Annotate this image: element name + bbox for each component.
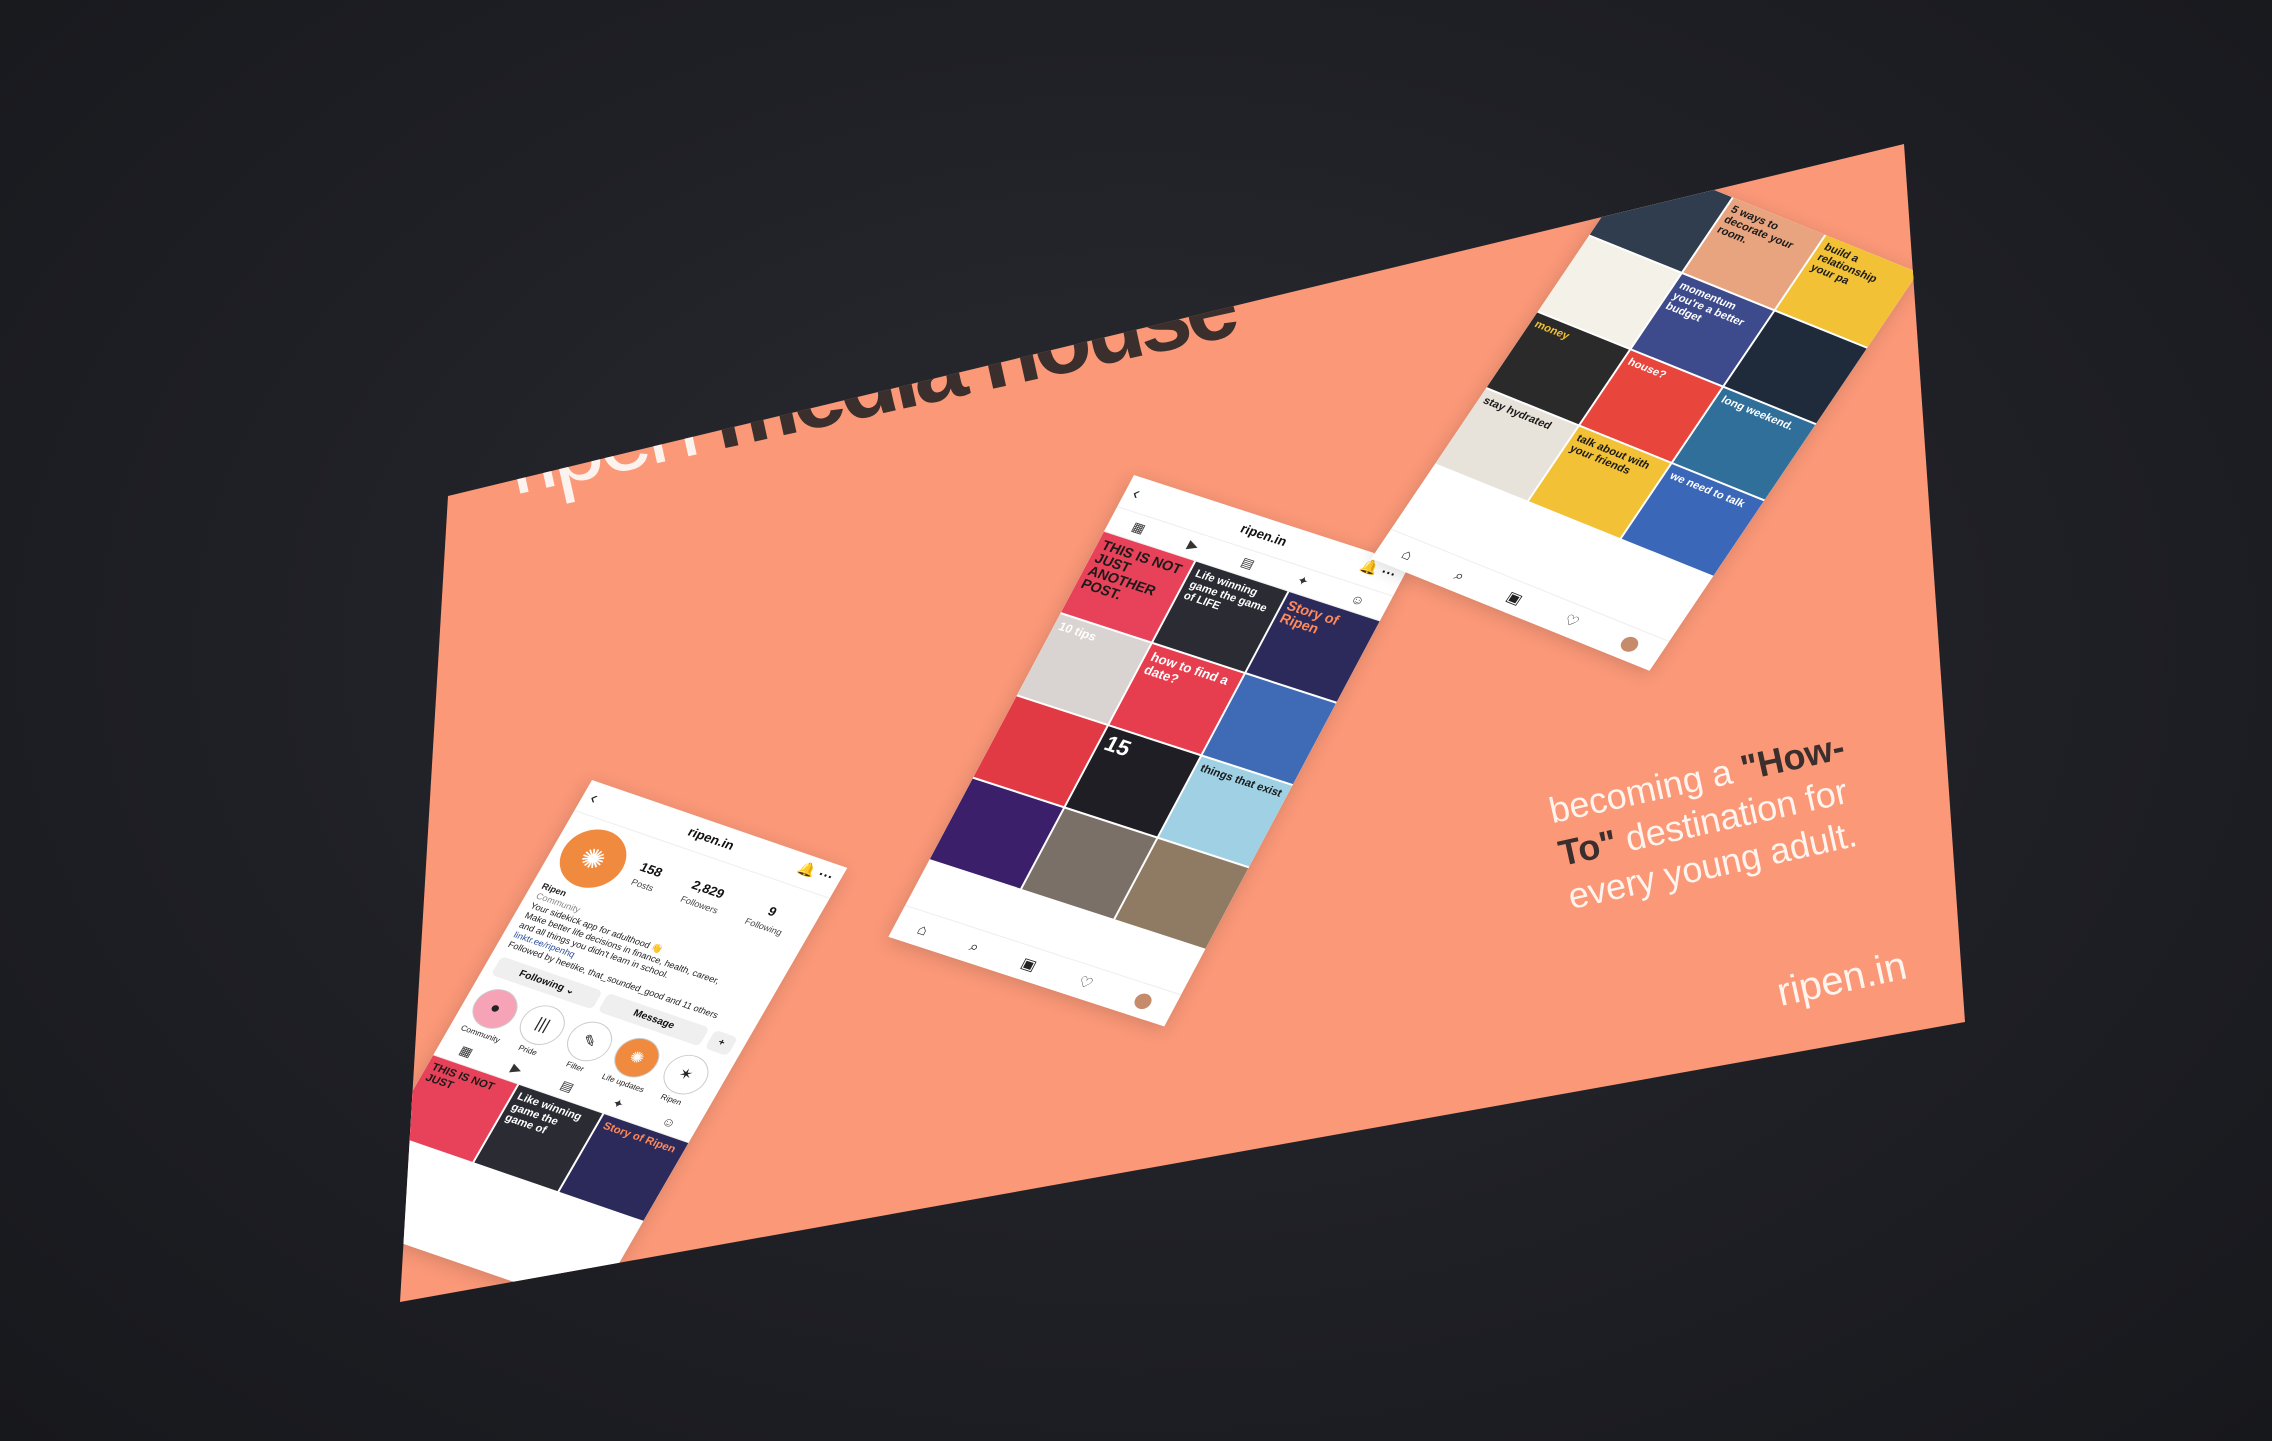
home-icon[interactable]: ⌂ — [1398, 546, 1416, 564]
sparkle-icon[interactable]: ✦ — [609, 1095, 627, 1113]
tagged-icon[interactable]: ☺ — [1348, 590, 1368, 608]
search-icon[interactable]: ⌕ — [1451, 567, 1469, 585]
reels-icon[interactable]: ▶ — [508, 1060, 525, 1077]
stat-posts[interactable]: 158 Posts — [628, 859, 666, 895]
tagline: becoming a "How-To" destination for ever… — [1545, 716, 1906, 918]
heart-icon[interactable]: ♡ — [1075, 972, 1097, 993]
bottom-nav: ⌂ ⌕ ▣ ♡ — [1371, 528, 1670, 671]
search-icon[interactable]: ⌕ — [966, 938, 982, 956]
phone-feed-screenshot: ‹ ripen.in 🔔 ··· ▦ ▶ ▤ ✦ ☺ THIS IS NOT J… — [888, 475, 1410, 1027]
tagged-icon[interactable]: ☺ — [659, 1113, 679, 1131]
grid-icon[interactable]: ▦ — [456, 1043, 476, 1061]
add-person-icon[interactable]: + — [704, 1029, 739, 1057]
heart-icon[interactable]: ♡ — [1560, 611, 1583, 631]
reels-icon[interactable]: ▣ — [1503, 588, 1526, 608]
phone-profile-screenshot: ‹ ripen.in 🔔 ··· ✺ 158 Posts 2,829 Followe… — [400, 780, 848, 1302]
flower-icon: ✺ — [574, 841, 613, 877]
grid-icon[interactable]: ▦ — [1129, 519, 1148, 537]
stat-following[interactable]: 9 Following — [742, 898, 795, 939]
guide-icon[interactable]: ▤ — [1238, 554, 1257, 572]
avatar[interactable] — [1131, 991, 1155, 1012]
home-icon[interactable]: ⌂ — [914, 921, 931, 939]
sparkle-icon[interactable]: ✦ — [1294, 572, 1312, 590]
title-brand: ripen — [495, 370, 703, 516]
domain-label: ripen.in — [1773, 943, 1911, 1015]
slide-title: ripen media house — [495, 249, 1243, 517]
guide-icon[interactable]: ▤ — [557, 1077, 577, 1095]
avatar[interactable] — [1617, 634, 1642, 655]
reels-icon[interactable]: ▶ — [1184, 537, 1202, 555]
reels-icon[interactable]: ▣ — [1018, 954, 1040, 975]
slide-card: ripen media house becoming a "How-To" de… — [400, 144, 1965, 1302]
phone-grid-screenshot: 5 ways to decorate your room. build a re… — [1371, 160, 1919, 671]
title-rest: media house — [700, 250, 1243, 470]
stat-followers[interactable]: 2,829 Followers — [677, 876, 730, 918]
post-grid: 5 ways to decorate your room. build a re… — [1435, 160, 1919, 576]
